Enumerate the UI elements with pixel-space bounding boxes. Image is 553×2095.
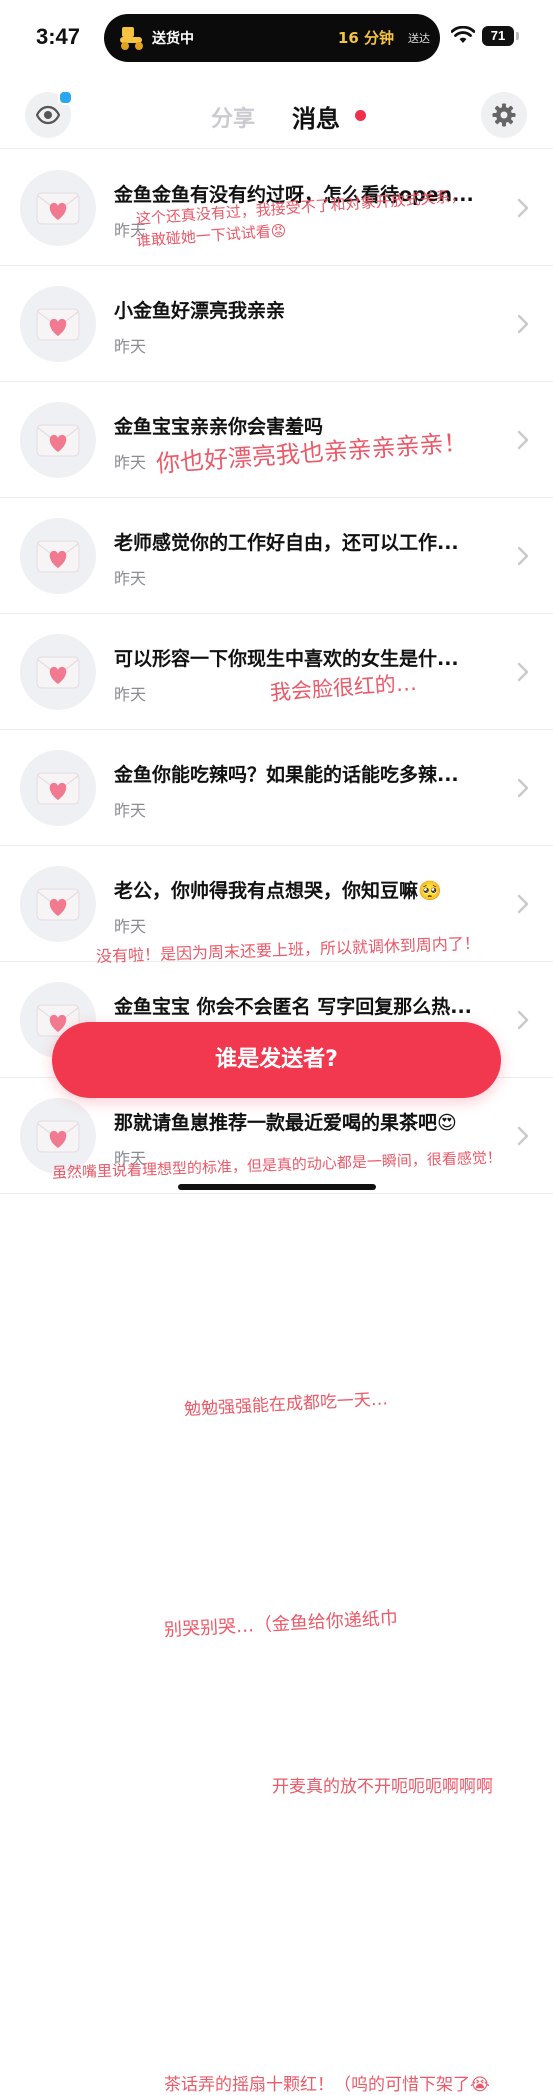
unread-dot xyxy=(355,110,366,121)
chevron-right-icon xyxy=(517,430,529,450)
message-title: 小金鱼好漂亮我亲亲 xyxy=(114,300,286,322)
message-time: 昨天 xyxy=(114,801,147,820)
message-time: 昨天 xyxy=(114,337,147,356)
chevron-right-icon xyxy=(517,662,529,682)
battery-indicator: 71 xyxy=(482,26,514,46)
delivery-eta: 16 分钟 xyxy=(337,29,394,47)
message-row[interactable]: 可以形容一下你现生中喜欢的女生是什... 昨天 xyxy=(0,614,553,730)
wifi-icon xyxy=(451,26,475,43)
avatar xyxy=(20,402,96,478)
chevron-right-icon xyxy=(517,546,529,566)
dynamic-island-delivery[interactable]: 送货中 16 分钟 送达 xyxy=(104,14,440,62)
handwritten-reply: 开麦真的放不开呃呃呃啊啊啊 xyxy=(272,1777,493,1797)
message-row[interactable]: 金鱼你能吃辣吗？如果能的话能吃多辣... 昨天 xyxy=(0,730,553,846)
envelope-heart-icon xyxy=(36,888,80,921)
message-title: 老师感觉你的工作好自由，还可以工作... xyxy=(114,532,459,554)
envelope-heart-icon xyxy=(36,424,80,457)
message-row[interactable]: 老师感觉你的工作好自由，还可以工作... 昨天 xyxy=(0,498,553,614)
avatar xyxy=(20,286,96,362)
avatar xyxy=(20,866,96,942)
envelope-heart-icon xyxy=(36,772,80,805)
status-bar: 3:47 送货中 16 分钟 送达 71 xyxy=(0,0,553,76)
message-time: 昨天 xyxy=(114,453,147,472)
delivery-eta-suffix: 送达 xyxy=(408,32,430,45)
message-time: 昨天 xyxy=(114,685,147,704)
envelope-heart-icon xyxy=(36,308,80,341)
clock: 3:47 xyxy=(36,24,81,49)
notification-dot xyxy=(58,90,73,105)
envelope-heart-icon xyxy=(36,540,80,573)
handwritten-reply: 茶话弄的摇扇十颗红！（呜的可惜下架了😭 xyxy=(164,2075,490,2095)
chevron-right-icon xyxy=(517,314,529,334)
message-title: 金鱼宝宝 你会不会匿名 写字回复那么热... xyxy=(114,996,472,1018)
top-bar: 分享 消息 xyxy=(0,84,553,149)
home-indicator xyxy=(178,1184,376,1190)
message-time: 昨天 xyxy=(114,917,147,936)
delivery-status: 送货中 xyxy=(152,31,194,47)
message-title: 老公，你帅得我有点想哭，你知豆嘛🥺 xyxy=(114,880,442,902)
gear-icon xyxy=(492,103,516,127)
envelope-heart-icon xyxy=(36,656,80,689)
avatar xyxy=(20,518,96,594)
settings-button[interactable] xyxy=(481,92,527,138)
chevron-right-icon xyxy=(517,778,529,798)
message-time: 昨天 xyxy=(114,569,147,588)
chevron-right-icon xyxy=(517,1126,529,1146)
handwritten-reply: 勉勉强强能在成都吃一天… xyxy=(183,1389,389,1420)
envelope-heart-icon xyxy=(36,1120,80,1153)
tab-share[interactable]: 分享 xyxy=(211,101,255,133)
handwritten-reply: 别哭别哭…（金鱼给你递纸巾 xyxy=(163,1607,399,1641)
envelope-heart-icon xyxy=(36,192,80,225)
chevron-right-icon xyxy=(517,198,529,218)
battery-tip xyxy=(516,32,519,40)
delivery-scooter-icon xyxy=(120,27,143,50)
message-row[interactable]: 小金鱼好漂亮我亲亲 昨天 xyxy=(0,266,553,382)
avatar xyxy=(20,634,96,710)
avatar xyxy=(20,170,96,246)
chevron-right-icon xyxy=(517,1010,529,1030)
message-title: 那就请鱼崽推荐一款最近爱喝的果茶吧😍 xyxy=(114,1112,457,1134)
tab-messages[interactable]: 消息 xyxy=(292,99,340,134)
visibility-button[interactable] xyxy=(25,90,73,138)
who-is-sender-button[interactable]: 谁是发送者? xyxy=(52,1022,501,1098)
avatar xyxy=(20,750,96,826)
chevron-right-icon xyxy=(517,894,529,914)
message-title: 金鱼你能吃辣吗？如果能的话能吃多辣... xyxy=(114,764,459,786)
eye-icon xyxy=(36,105,60,125)
